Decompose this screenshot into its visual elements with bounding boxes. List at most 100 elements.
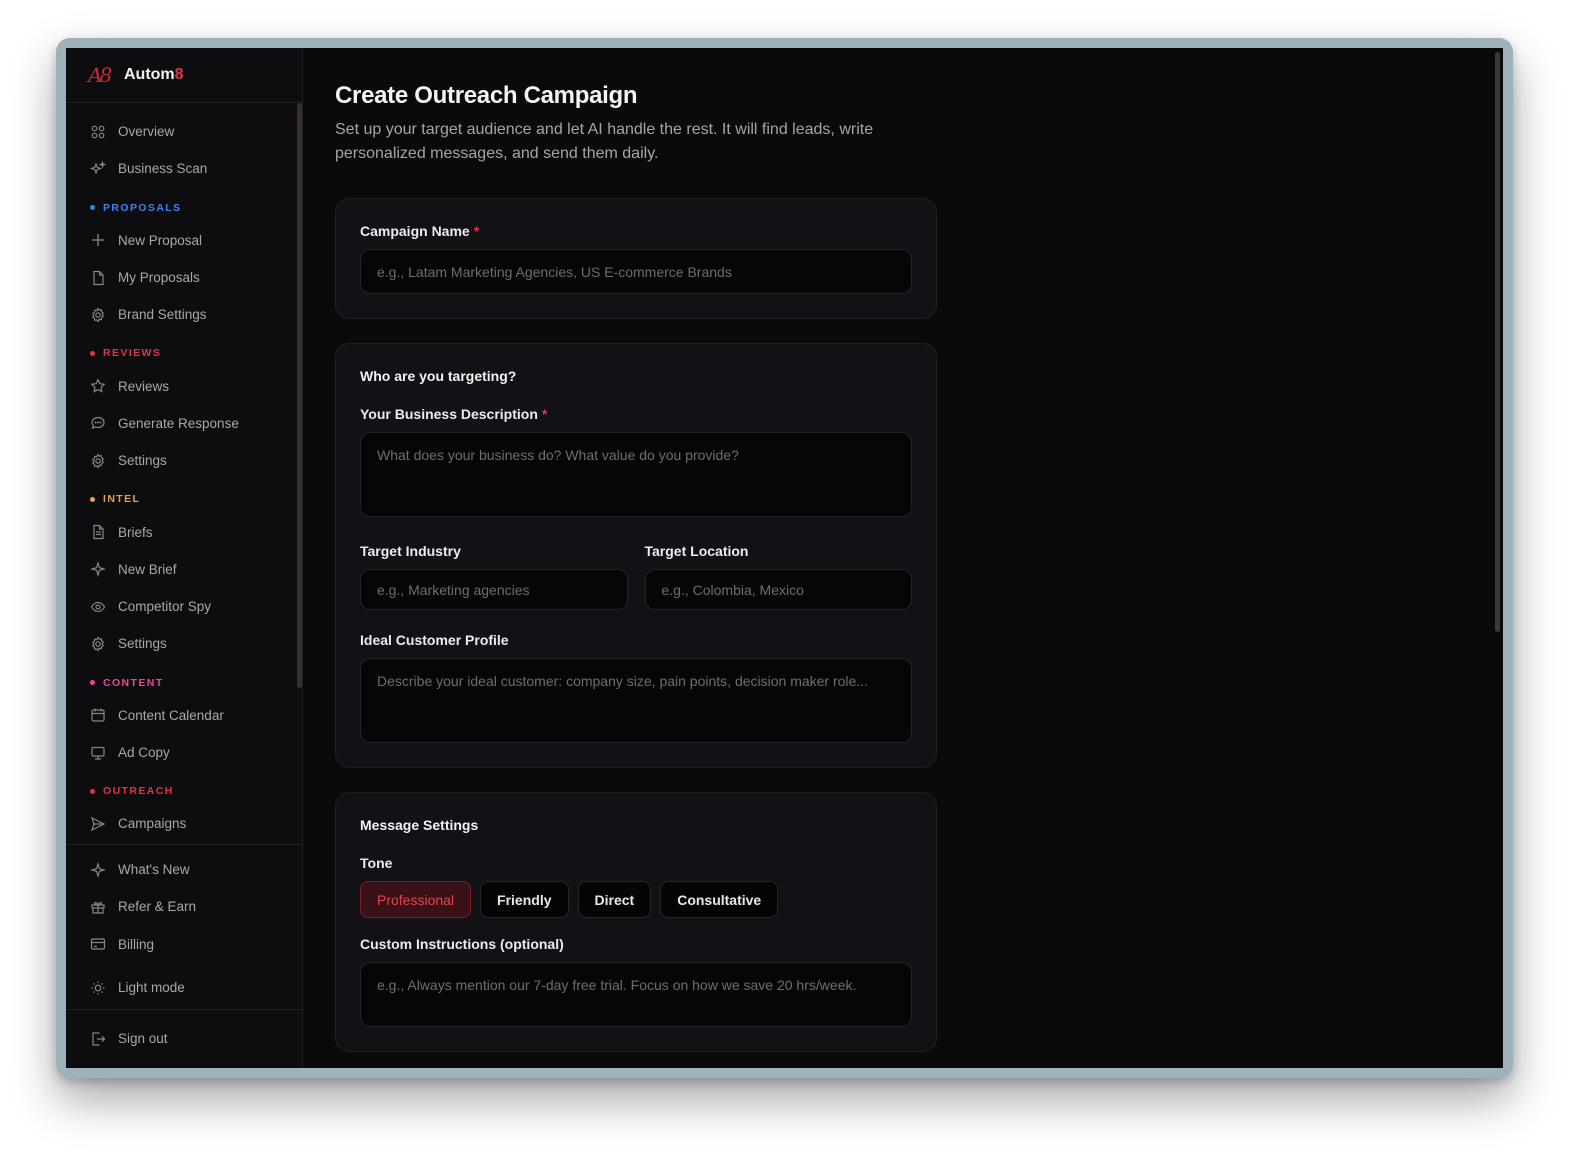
plus-icon <box>90 232 106 248</box>
sidebar-item-label: What's New <box>118 862 190 878</box>
sidebar-item-business-scan[interactable]: Business Scan <box>66 150 302 187</box>
sidebar-item-new-brief[interactable]: New Brief <box>66 551 302 588</box>
sidebar-item-label: New Proposal <box>118 232 203 248</box>
section-label-text: CONTENT <box>103 676 164 689</box>
gift-icon <box>90 899 106 915</box>
sidebar-item-label: Billing <box>118 936 155 952</box>
tone-label: Tone <box>360 855 393 871</box>
page-subtitle: Set up your target audience and let AI h… <box>335 121 874 162</box>
target-industry-label: Target Industry <box>360 543 461 559</box>
section-dot-icon <box>90 350 95 356</box>
section-label-text: REVIEWS <box>103 347 162 360</box>
sidebar-item-label: Content Calendar <box>118 707 224 723</box>
sidebar-item-label: New Brief <box>118 561 177 577</box>
gear-icon <box>90 453 106 469</box>
sidebar-item-label: Briefs <box>118 524 153 540</box>
calendar-icon <box>90 707 106 723</box>
section-label-outreach: OUTREACH <box>66 771 302 805</box>
section-label-content: CONTENT <box>66 663 302 697</box>
section-dot-icon <box>90 680 95 686</box>
business-description-label: Your Business Description * <box>360 406 548 422</box>
sidebar-item-label: Generate Response <box>118 415 239 431</box>
sidebar-item-reviews[interactable]: Reviews <box>66 367 302 404</box>
icp-label: Ideal Customer Profile <box>360 632 509 648</box>
sidebar-item-my-proposals[interactable]: My Proposals <box>66 259 302 296</box>
sidebar-item-brand-settings[interactable]: Brand Settings <box>66 296 302 333</box>
sparkle-icon <box>90 861 106 878</box>
sidebar-item-content-calendar[interactable]: Content Calendar <box>66 697 302 734</box>
sidebar-item-campaigns[interactable]: Campaigns <box>66 805 302 842</box>
credit-card-icon <box>90 936 106 952</box>
tone-direct-button[interactable]: Direct <box>577 881 652 918</box>
brand-name: Autom8 <box>124 66 184 83</box>
section-label-text: PROPOSALS <box>103 201 182 214</box>
sidebar-item-settings[interactable]: Settings <box>66 625 302 662</box>
sidebar-item-sign-out[interactable]: Sign out <box>66 1020 302 1057</box>
sidebar-item-ad-copy[interactable]: Ad Copy <box>66 734 302 771</box>
send-icon <box>90 816 106 832</box>
custom-instructions-label: Custom Instructions (optional) <box>360 936 564 952</box>
monitor-icon <box>90 745 106 761</box>
target-location-label: Target Location <box>644 543 749 559</box>
tone-selector: Professional Friendly Direct Consultative <box>360 881 912 918</box>
section-label-text: OUTREACH <box>103 785 174 798</box>
icp-textarea[interactable] <box>360 658 912 743</box>
file-text-icon <box>90 524 106 540</box>
page-title: Create Outreach Campaign <box>335 82 638 109</box>
sidebar-item-label: Overview <box>118 124 175 140</box>
message-settings-card: Message Settings Tone Professional Friend… <box>335 792 937 1052</box>
sidebar-signout: Sign out <box>66 1009 302 1057</box>
sidebar-item-label: Business Scan <box>118 161 208 177</box>
targeting-card-title: Who are you targeting? <box>360 368 517 384</box>
brand[interactable]: A8 Autom8 <box>66 48 302 103</box>
target-industry-input[interactable] <box>360 569 628 610</box>
sidebar-item-billing[interactable]: Billing <box>66 926 302 963</box>
sidebar-item-generate-response[interactable]: Generate Response <box>66 405 302 442</box>
file-icon <box>90 270 106 286</box>
section-label-text: INTEL <box>103 493 141 506</box>
grid-icon <box>90 124 106 140</box>
main-scrollbar[interactable] <box>1495 52 1500 632</box>
campaign-name-label: Campaign Name * <box>360 223 480 239</box>
tone-professional-button[interactable]: Professional <box>360 881 472 918</box>
campaign-name-input[interactable] <box>360 249 912 294</box>
sidebar-item-what-s-new[interactable]: What's New <box>66 851 302 888</box>
sparkle-icon <box>90 561 106 578</box>
sidebar-item-label: Reviews <box>118 378 170 394</box>
chat-icon <box>90 415 106 431</box>
message-settings-title: Message Settings <box>360 817 479 833</box>
sidebar-item-label: Settings <box>118 636 167 652</box>
sidebar-item-overview[interactable]: Overview <box>66 113 302 150</box>
brand-logo: A8 <box>88 63 112 87</box>
sidebar-item-label: Sign out <box>118 1031 168 1047</box>
sparkles-icon <box>90 160 106 177</box>
sidebar-item-label: My Proposals <box>118 270 200 286</box>
sidebar-item-briefs[interactable]: Briefs <box>66 513 302 550</box>
sidebar-scrollbar[interactable] <box>297 103 302 688</box>
target-location-input[interactable] <box>644 569 912 610</box>
sidebar: A8 Autom8 Overview Business Scan PROPOSALS… <box>66 48 303 1068</box>
sidebar-nav: Overview Business Scan PROPOSALS New Propos… <box>66 103 302 842</box>
sidebar-item-settings[interactable]: Settings <box>66 442 302 479</box>
sidebar-item-new-proposal[interactable]: New Proposal <box>66 222 302 259</box>
section-label-intel: INTEL <box>66 479 302 513</box>
sidebar-item-competitor-spy[interactable]: Competitor Spy <box>66 588 302 625</box>
section-label-proposals: PROPOSALS <box>66 188 302 222</box>
star-icon <box>90 378 106 394</box>
campaign-name-card: Campaign Name * <box>335 198 937 319</box>
business-description-textarea[interactable] <box>360 432 912 517</box>
gear-icon <box>90 636 106 652</box>
custom-instructions-textarea[interactable] <box>360 962 912 1027</box>
targeting-card: Who are you targeting? Your Business Des… <box>335 343 937 768</box>
section-dot-icon <box>90 788 95 794</box>
main-content: Create Outreach Campaign Set up your tar… <box>303 48 1503 1068</box>
sidebar-item-refer-earn[interactable]: Refer & Earn <box>66 888 302 925</box>
sidebar-item-label: Brand Settings <box>118 307 207 323</box>
section-label-reviews: REVIEWS <box>66 333 302 367</box>
tone-consultative-button[interactable]: Consultative <box>660 881 779 918</box>
logout-icon <box>90 1031 106 1047</box>
sidebar-item-light-mode[interactable]: Light mode <box>66 969 302 1006</box>
tone-friendly-button[interactable]: Friendly <box>480 881 569 918</box>
eye-icon <box>90 599 106 615</box>
section-dot-icon <box>90 496 95 502</box>
